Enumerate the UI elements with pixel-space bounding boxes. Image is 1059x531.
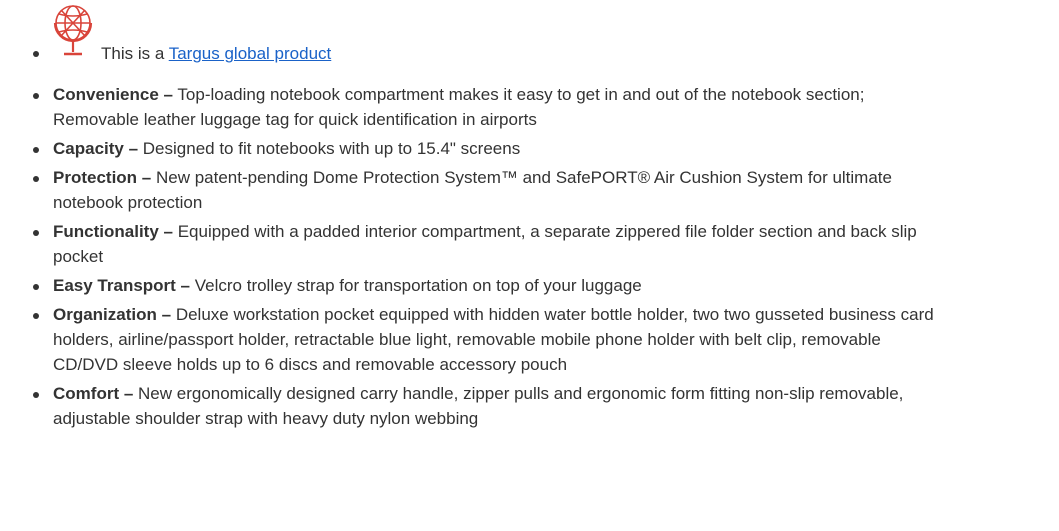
feature-item-functionality: Functionality – Equipped with a padded i… — [33, 219, 1059, 269]
feature-text: New ergonomically designed carry handle,… — [53, 384, 904, 428]
feature-name: Protection – — [53, 168, 152, 187]
global-product-text: This is a Targus global product — [101, 41, 331, 66]
global-product-row: This is a Targus global product — [53, 0, 949, 78]
feature-item-convenience: Convenience – Top-loading notebook compa… — [33, 82, 1059, 132]
feature-text: Deluxe workstation pocket equipped with … — [53, 305, 934, 374]
targus-global-product-link[interactable]: Targus global product — [169, 44, 332, 63]
feature-item-comfort: Comfort – New ergonomically designed car… — [33, 381, 1059, 431]
feature-name: Comfort – — [53, 384, 134, 403]
feature-name: Capacity – — [53, 139, 139, 158]
feature-name: Functionality – — [53, 222, 173, 241]
feature-item-easy-transport: Easy Transport – Velcro trolley strap fo… — [33, 273, 1059, 298]
feature-item-capacity: Capacity – Designed to fit notebooks wit… — [33, 136, 1059, 161]
feature-name: Easy Transport – — [53, 276, 191, 295]
feature-text: Designed to fit notebooks with up to 15.… — [142, 139, 521, 158]
feature-text: Top-loading notebook compartment makes i… — [53, 85, 865, 129]
global-product-prefix: This is a — [101, 44, 165, 63]
feature-text: Velcro trolley strap for transportation … — [194, 276, 642, 295]
feature-text: New patent-pending Dome Protection Syste… — [53, 168, 892, 212]
global-product-item: This is a Targus global product — [33, 0, 1059, 78]
feature-text: Equipped with a padded interior compartm… — [53, 222, 917, 266]
feature-item-protection: Protection – New patent-pending Dome Pro… — [33, 165, 1059, 215]
feature-item-organization: Organization – Deluxe workstation pocket… — [33, 302, 1059, 377]
globe-icon — [53, 5, 93, 56]
feature-name: Organization – — [53, 305, 172, 324]
feature-list: This is a Targus global product Convenie… — [0, 0, 1059, 431]
feature-name: Convenience – — [53, 85, 173, 104]
